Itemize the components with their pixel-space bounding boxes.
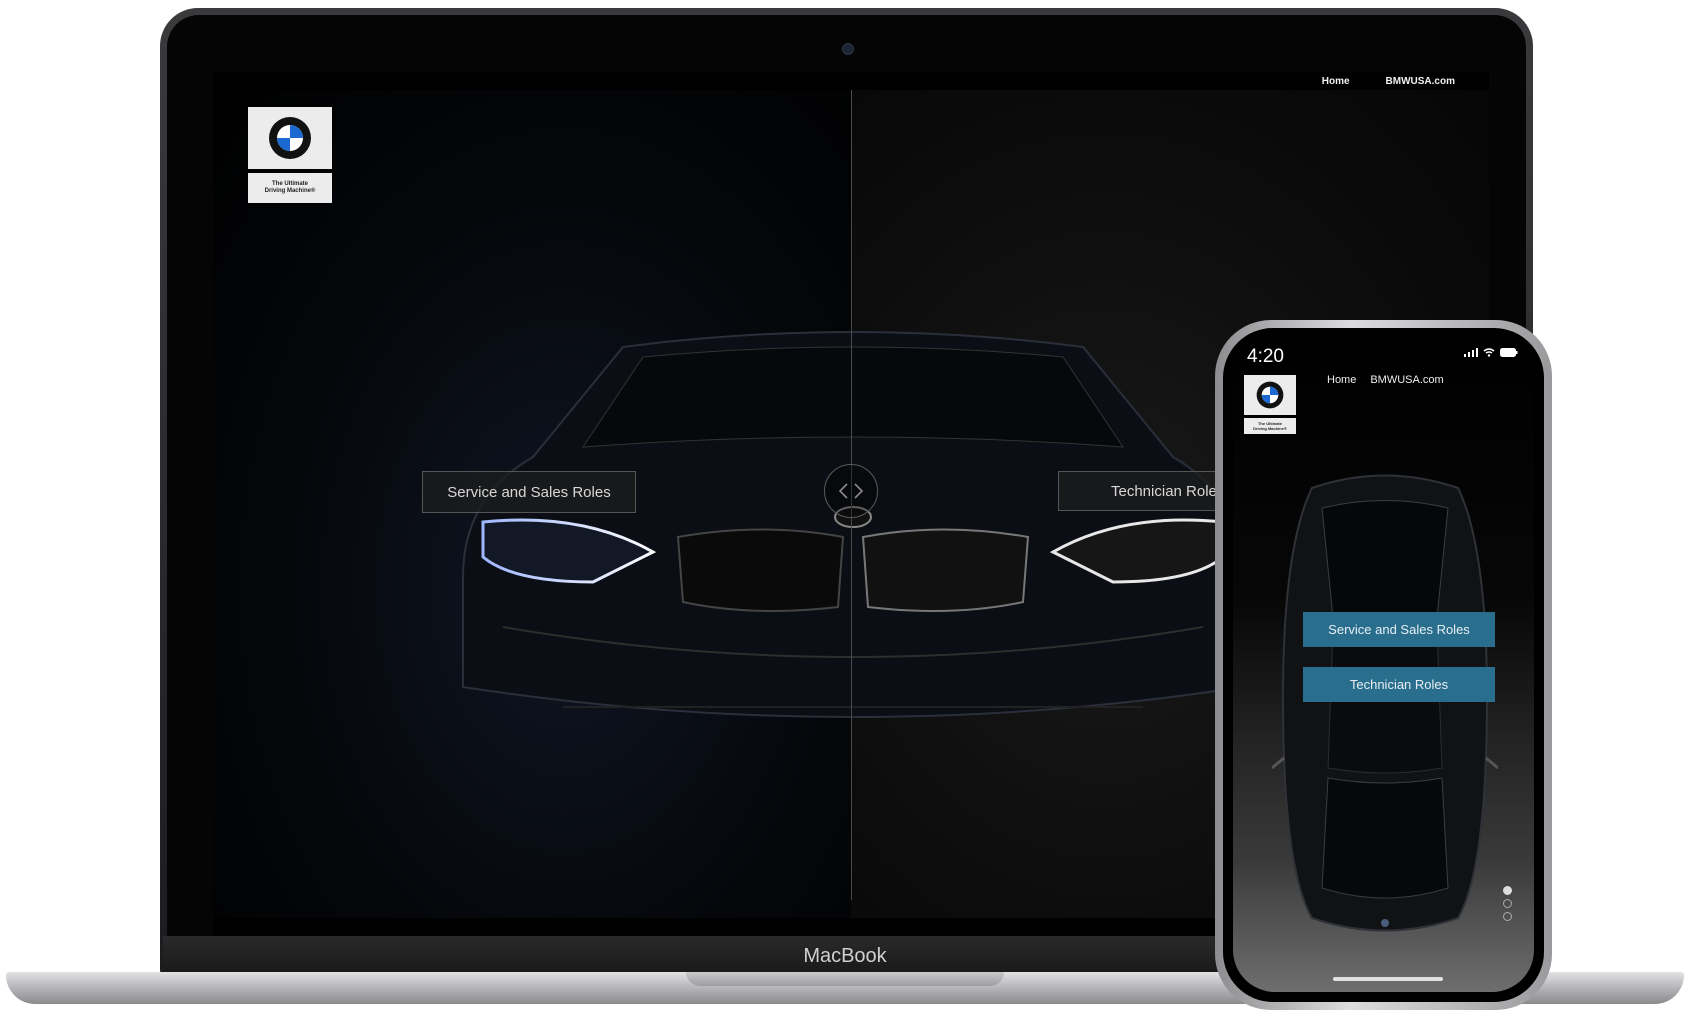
laptop-notch (686, 972, 1004, 986)
bmw-roundel-icon (269, 117, 311, 159)
top-nav: Home BMWUSA.com (1322, 72, 1455, 90)
pagination-dot-3[interactable] (1503, 912, 1512, 921)
status-time: 4:20 (1247, 346, 1284, 367)
logo-tagline: The Ultimate Driving Machine® (248, 173, 332, 203)
car-top-view-illustration (1272, 474, 1498, 932)
phone-notch (1301, 338, 1466, 366)
slide-pagination (1503, 886, 1512, 921)
pagination-dot-2[interactable] (1503, 899, 1512, 908)
phone-logo-tagline: The Ultimate Driving Machine® (1244, 418, 1296, 434)
phone-nav-home-link[interactable]: Home (1327, 374, 1356, 386)
signal-icon (1464, 348, 1478, 357)
phone-bmw-logo[interactable]: The Ultimate Driving Machine® (1244, 375, 1296, 437)
bmw-roundel-box (248, 107, 332, 169)
pagination-dot-1[interactable] (1503, 886, 1512, 895)
phone-tagline-line2: Driving Machine® (1253, 426, 1287, 431)
bmw-logo[interactable]: The Ultimate Driving Machine® (248, 107, 332, 203)
car-front-illustration (462, 331, 1244, 718)
phone-service-sales-roles-button[interactable]: Service and Sales Roles (1303, 612, 1495, 647)
left-right-arrows-icon (838, 483, 864, 499)
comparison-slider-handle[interactable] (824, 464, 878, 518)
camera-icon (842, 43, 854, 55)
phone-screen: 4:20 Home BMWUSA.com The Ultimate Drivin… (1233, 338, 1534, 992)
phone-nav-bmwusa-link[interactable]: BMWUSA.com (1370, 374, 1443, 386)
nav-bmwusa-link[interactable]: BMWUSA.com (1386, 76, 1455, 87)
tagline-line1: The Ultimate (271, 181, 308, 187)
phone-roundel-box (1244, 375, 1296, 415)
service-sales-roles-button[interactable]: Service and Sales Roles (422, 471, 636, 513)
bmw-roundel-icon (1256, 381, 1284, 409)
home-indicator[interactable] (1333, 977, 1443, 981)
wifi-icon (1483, 348, 1495, 357)
battery-icon (1500, 348, 1518, 357)
tagline-line2: Driving Machine® (264, 188, 316, 194)
status-icons (1464, 348, 1518, 357)
nav-home-link[interactable]: Home (1322, 76, 1350, 87)
phone-technician-roles-button[interactable]: Technician Roles (1303, 667, 1495, 702)
phone-top-nav: Home BMWUSA.com (1327, 374, 1444, 386)
